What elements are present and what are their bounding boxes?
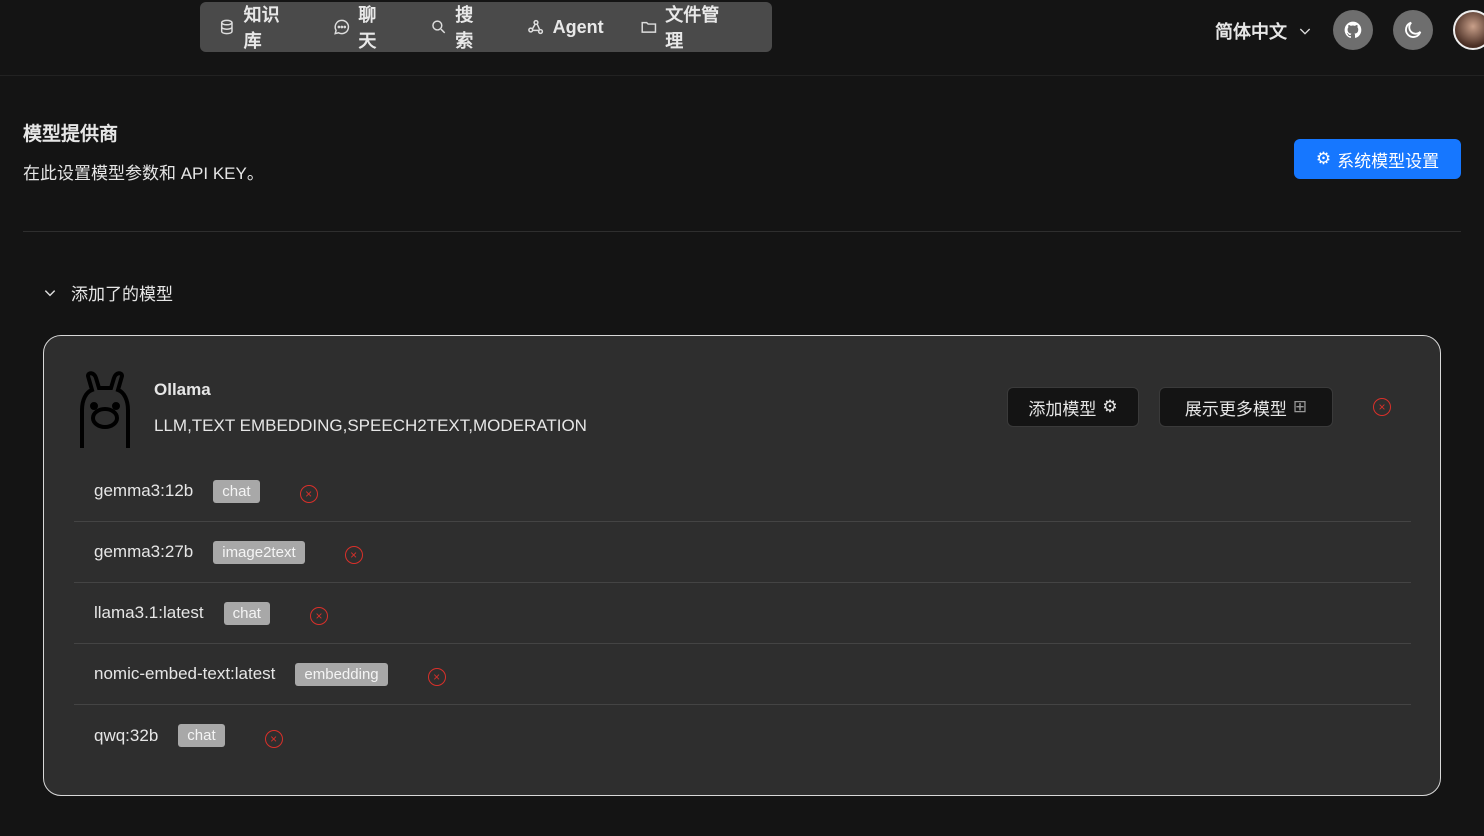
search-icon — [431, 20, 445, 34]
model-name: llama3.1:latest — [94, 603, 204, 622]
provider-capabilities: LLM,TEXT EMBEDDING,SPEECH2TEXT,MODERATIO… — [154, 416, 587, 435]
model-type-badge: chat — [223, 601, 270, 625]
model-name: nomic-embed-text:latest — [94, 664, 276, 683]
nav-chat[interactable]: 聊天 — [333, 1, 394, 53]
button-label: 添加模型 — [1028, 399, 1097, 419]
remove-model-icon[interactable]: × — [299, 485, 318, 503]
nav-agent[interactable]: Agent — [527, 17, 604, 38]
gear-icon: ⚙ — [1102, 397, 1118, 416]
divider — [23, 231, 1461, 232]
grid-icon: ⊞ — [1292, 397, 1308, 416]
model-name: qwq:32b — [94, 725, 159, 745]
chevron-down-icon — [1299, 28, 1311, 35]
remove-model-icon[interactable]: × — [264, 729, 283, 748]
nav-label: 搜索 — [455, 5, 474, 51]
main-nav: 知识库 聊天 搜索 Agent 文件管理 — [200, 2, 772, 52]
nav-search[interactable]: 搜索 — [430, 1, 491, 53]
model-type-badge: chat — [213, 479, 260, 503]
add-model-button[interactable]: 添加模型 ⚙ — [1007, 387, 1139, 427]
show-more-models-button[interactable]: 展示更多模型 ⊞ — [1159, 387, 1333, 427]
system-model-settings-button[interactable]: ⚙ 系统模型设置 — [1294, 139, 1461, 179]
list-item: qwq:32b chat × — [74, 705, 1411, 766]
nav-label: Agent — [552, 16, 604, 37]
list-item: nomic-embed-text:latest embedding × — [74, 644, 1411, 705]
list-item: llama3.1:latest chat × — [74, 583, 1411, 644]
provider-card: Ollama LLM,TEXT EMBEDDING,SPEECH2TEXT,MO… — [43, 335, 1441, 796]
remove-model-icon[interactable]: × — [427, 668, 446, 686]
button-label: 展示更多模型 — [1184, 399, 1287, 419]
language-label: 简体中文 — [1215, 22, 1287, 42]
remove-model-icon[interactable]: × — [344, 546, 363, 564]
list-item: gemma3:12b chat × — [74, 461, 1411, 522]
language-select[interactable]: 简体中文 — [1215, 18, 1313, 44]
page-title: 模型提供商 — [23, 124, 119, 145]
ollama-logo-icon — [80, 371, 130, 448]
chat-icon — [333, 19, 349, 35]
list-item: gemma3:27b image2text × — [74, 522, 1411, 583]
added-models-toggle[interactable]: 添加了的模型 — [43, 280, 173, 305]
nav-knowledge-base[interactable]: 知识库 — [218, 1, 297, 53]
theme-toggle[interactable] — [1393, 10, 1433, 50]
section-label: 添加了的模型 — [71, 285, 173, 304]
provider-name: Ollama — [154, 380, 211, 399]
page-subtitle: 在此设置模型参数和 API KEY。 — [23, 164, 264, 183]
remove-model-icon[interactable]: × — [309, 607, 328, 625]
chevron-down-icon — [44, 289, 56, 296]
github-icon — [1344, 21, 1362, 38]
model-name: gemma3:12b — [94, 481, 194, 500]
button-label: 系统模型设置 — [1337, 151, 1440, 171]
github-button[interactable] — [1333, 10, 1373, 50]
nav-label: 知识库 — [243, 5, 280, 51]
database-icon — [220, 19, 233, 35]
folder-icon — [641, 21, 656, 33]
avatar[interactable] — [1453, 10, 1484, 50]
model-type-badge: chat — [178, 724, 225, 747]
remove-provider-icon[interactable]: × — [1373, 398, 1391, 416]
model-type-badge: embedding — [295, 662, 388, 686]
graph-icon — [527, 19, 543, 35]
gear-icon: ⚙ — [1315, 149, 1332, 168]
nav-label: 聊天 — [358, 5, 377, 51]
top-bar: 知识库 聊天 搜索 Agent 文件管理 简体中文 — [0, 0, 1484, 76]
nav-file-management[interactable]: 文件管理 — [640, 1, 736, 53]
model-name: gemma3:27b — [94, 542, 194, 561]
model-list: gemma3:12b chat × gemma3:27b image2text × ll… — [74, 461, 1411, 766]
moon-icon — [1405, 21, 1422, 38]
model-type-badge: image2text — [213, 540, 305, 564]
nav-label: 文件管理 — [665, 5, 720, 51]
